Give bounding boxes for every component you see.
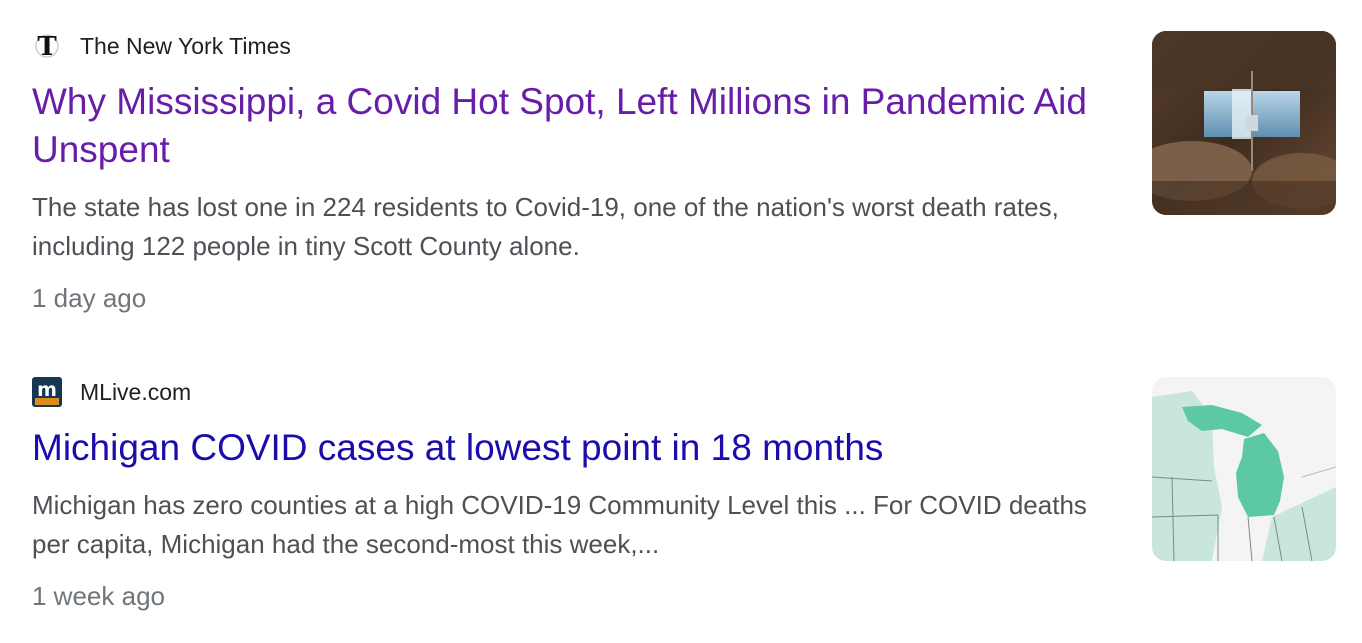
hospital-ward-image[interactable] <box>1152 31 1336 215</box>
source-row: T The New York Times <box>32 30 1122 62</box>
news-result-text: T The New York Times Why Mississippi, a … <box>32 30 1122 316</box>
source-name[interactable]: MLive.com <box>80 376 191 408</box>
svg-text:m: m <box>37 379 57 401</box>
svg-text:T: T <box>37 32 57 60</box>
headline-link[interactable]: Why Mississippi, a Covid Hot Spot, Left … <box>32 78 1122 174</box>
nyt-logo-icon: T <box>32 31 62 61</box>
source-name[interactable]: The New York Times <box>80 30 291 62</box>
mlive-logo-icon: m <box>32 377 62 407</box>
headline-link[interactable]: Michigan COVID cases at lowest point in … <box>32 424 1122 472</box>
timestamp: 1 week ago <box>32 581 165 611</box>
snippet: The state has lost one in 224 residents … <box>32 192 1059 261</box>
source-row: m MLive.com <box>32 376 1122 408</box>
michigan-map-image[interactable] <box>1152 377 1336 561</box>
snippet: Michigan has zero counties at a high COV… <box>32 490 1087 559</box>
timestamp: 1 day ago <box>32 283 147 313</box>
news-result-text: m MLive.com Michigan COVID cases at lowe… <box>32 376 1122 614</box>
